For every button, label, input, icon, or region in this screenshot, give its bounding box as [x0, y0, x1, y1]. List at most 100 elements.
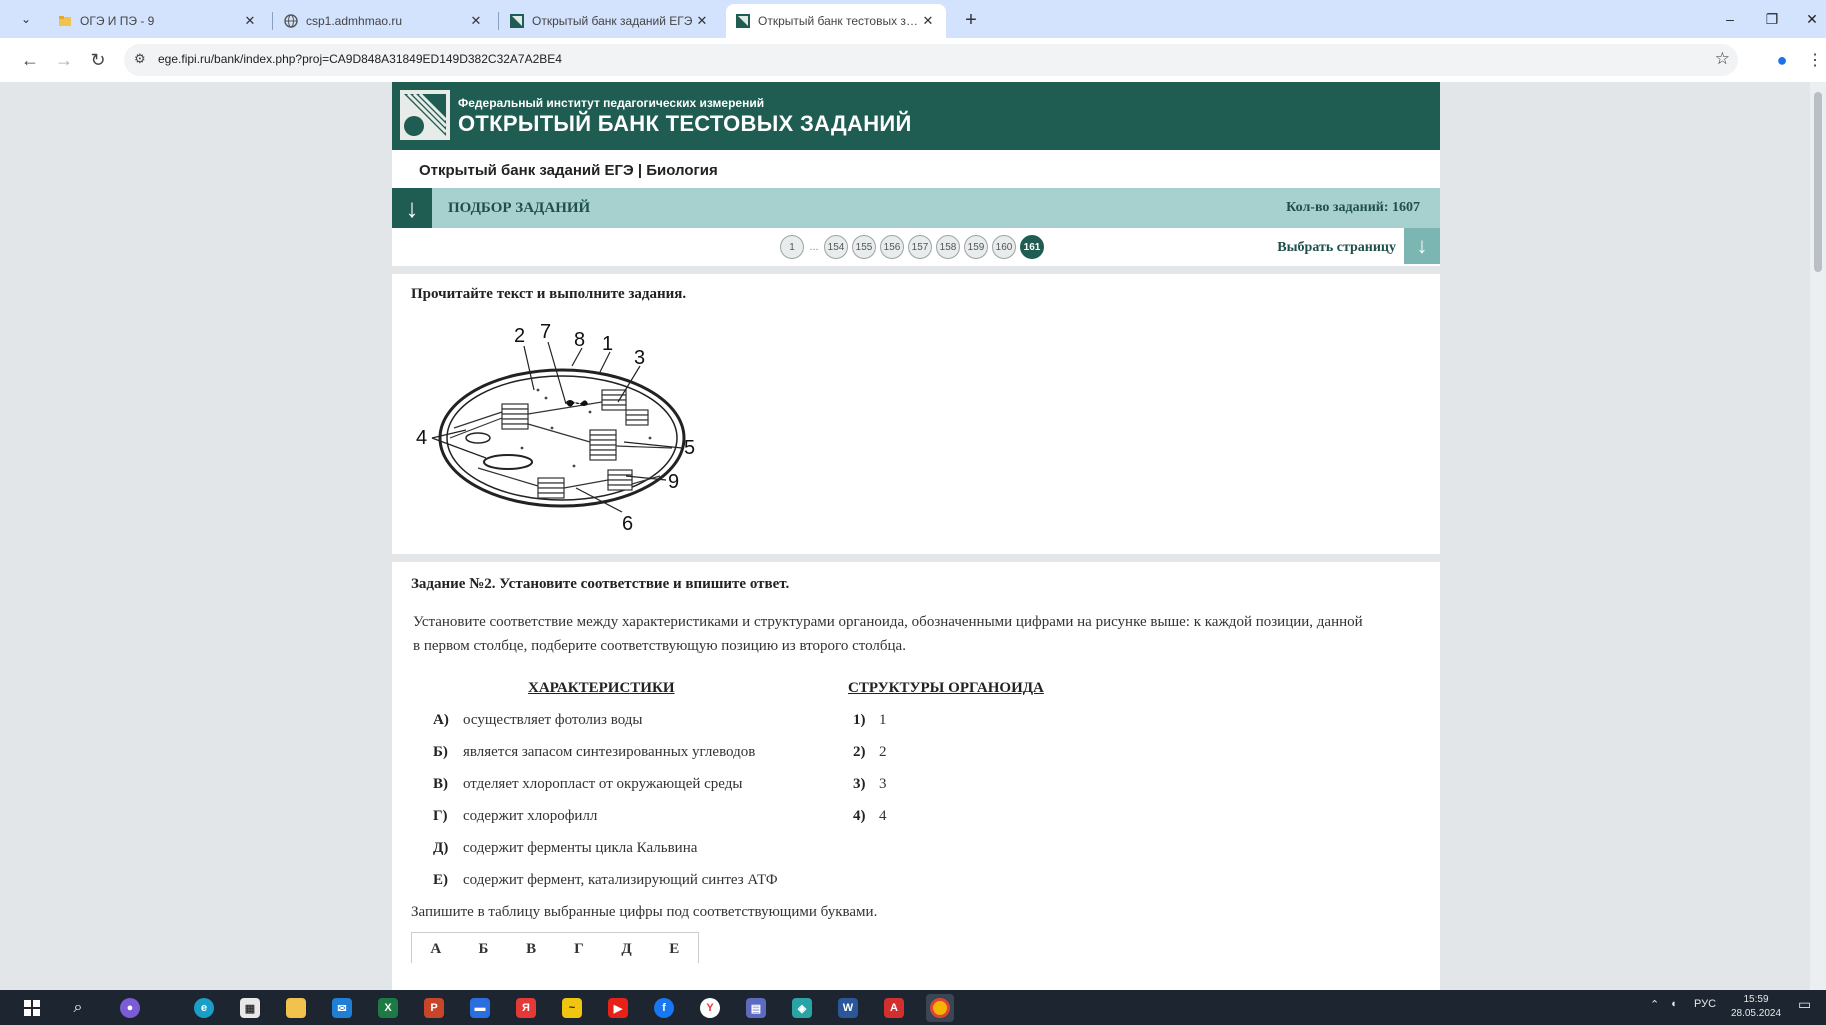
page-viewport: Федеральный институт педагогических изме…	[0, 82, 1826, 990]
edge-browser-icon[interactable]: e	[190, 994, 218, 1022]
yandex-browser-icon[interactable]: Y	[696, 994, 724, 1022]
chrome-icon[interactable]	[926, 994, 954, 1022]
org-name: Федеральный институт педагогических изме…	[458, 96, 765, 110]
system-clock[interactable]: 15:59 28.05.2024	[1730, 993, 1782, 1021]
task-selection-bar[interactable]: ↓ ПОДБОР ЗАДАНИЙ Кол-во заданий: 1607	[392, 188, 1440, 228]
diagram-label: 1	[602, 333, 613, 355]
answer-column-g[interactable]: Г	[555, 933, 603, 963]
tab-fipi-bank-active[interactable]: Открытый банк тестовых зад... ✕	[726, 4, 946, 38]
facebook-icon[interactable]: f	[650, 994, 678, 1022]
tab-close-icon[interactable]: ✕	[468, 13, 484, 29]
tab-search-chevron-icon[interactable]: ⌄	[12, 7, 40, 31]
page-button[interactable]: 158	[936, 235, 960, 259]
scrollbar-thumb[interactable]	[1814, 92, 1822, 272]
current-page-button[interactable]: 161	[1020, 235, 1044, 259]
characteristic-item: Г) содержит хлорофилл	[433, 808, 598, 824]
tab-title: csp1.admhmao.ru	[306, 14, 403, 28]
forward-arrow-icon[interactable]: →	[52, 48, 76, 72]
search-icon[interactable]: ⌕	[64, 994, 92, 1022]
tab-close-icon[interactable]: ✕	[694, 13, 710, 29]
chat-app-icon[interactable]: ▬	[466, 994, 494, 1022]
reload-icon[interactable]: ↻	[86, 48, 110, 72]
fipi-logo[interactable]	[400, 90, 450, 140]
browser-menu-icon[interactable]: ⋮	[1807, 48, 1823, 72]
diagram-label: 6	[622, 513, 633, 535]
minimize-button[interactable]: –	[1710, 6, 1750, 32]
page-scrollbar[interactable]	[1810, 82, 1826, 990]
task-selection-label[interactable]: ПОДБОР ЗАДАНИЙ	[448, 200, 590, 217]
characteristic-item: В) отделяет хлоропласт от окружающей сред…	[433, 776, 743, 792]
clock-time: 15:59	[1743, 994, 1769, 1005]
browser-tab-bar: ⌄ ОГЭ И ПЭ - 9 ✕ csp1.admhmao.ru ✕ Откры…	[0, 0, 1826, 38]
address-bar[interactable]: ⚙ ege.fipi.ru/bank/index.php?proj=CA9D84…	[124, 44, 1738, 76]
site-banner: Федеральный институт педагогических изме…	[392, 82, 1440, 150]
assistant-app-icon[interactable]: ●	[116, 994, 144, 1022]
pagination-ellipsis: ...	[809, 241, 819, 253]
answer-column-a[interactable]: А	[412, 933, 460, 963]
structure-item: 1) 1	[853, 712, 887, 728]
tab-csp[interactable]: csp1.admhmao.ru ✕	[274, 4, 494, 38]
pick-page-arrow-icon[interactable]: ↓	[1404, 228, 1440, 264]
mail-app-icon[interactable]: ✉	[328, 994, 356, 1022]
page-button[interactable]: 159	[964, 235, 988, 259]
file-explorer-icon[interactable]	[282, 994, 310, 1022]
tab-fipi-ege[interactable]: Открытый банк заданий ЕГЭ ✕	[500, 4, 720, 38]
address-url[interactable]: ege.fipi.ru/bank/index.php?proj=CA9D848A…	[158, 52, 562, 66]
tab-close-icon[interactable]: ✕	[242, 13, 258, 29]
notifications-icon[interactable]: ▭	[1798, 996, 1811, 1013]
diagram-label: 3	[634, 347, 645, 369]
restore-button[interactable]: ❐	[1752, 6, 1792, 32]
down-arrow-icon[interactable]: ↓	[392, 188, 432, 228]
excel-icon[interactable]: X	[374, 994, 402, 1022]
new-tab-button[interactable]: +	[958, 7, 984, 33]
answer-column-b[interactable]: Б	[460, 933, 508, 963]
answer-column-v[interactable]: В	[507, 933, 555, 963]
subject-breadcrumb-bar: Открытый банк заданий ЕГЭ | Биология	[392, 150, 1440, 188]
tray-overflow-chevron-icon[interactable]: ⌃	[1650, 998, 1659, 1011]
tab-divider	[498, 12, 499, 30]
bookmark-star-icon[interactable]: ☆	[1715, 49, 1730, 69]
answer-table[interactable]: А Б В Г Д Е	[411, 932, 699, 963]
task-instruction: Запишите в таблицу выбранные цифры под с…	[411, 904, 878, 920]
page-button[interactable]: 1	[780, 235, 804, 259]
diagram-label: 7	[540, 321, 551, 343]
reading-heading: Прочитайте текст и выполните задания.	[411, 286, 687, 302]
page-button[interactable]: 160	[992, 235, 1016, 259]
word-icon[interactable]: W	[834, 994, 862, 1022]
characteristic-item: А) осуществляет фотолиз воды	[433, 712, 643, 728]
clock-date: 28.05.2024	[1730, 1008, 1782, 1019]
site-settings-icon[interactable]: ⚙	[134, 51, 146, 67]
diagram-label: 9	[668, 471, 679, 493]
close-window-button[interactable]: ✕	[1792, 6, 1826, 32]
acrobat-icon[interactable]: A	[880, 994, 908, 1022]
store-app-icon[interactable]: ◈	[788, 994, 816, 1022]
page-button[interactable]: 154	[824, 235, 848, 259]
page-button[interactable]: 156	[880, 235, 904, 259]
windows-start-icon[interactable]	[18, 994, 46, 1022]
media-app-icon[interactable]: ~	[558, 994, 586, 1022]
calculator-icon[interactable]: ▤	[742, 994, 770, 1022]
task-text: Установите соответствие между характерис…	[413, 610, 1417, 658]
profile-avatar-icon[interactable]: ●	[1770, 48, 1794, 72]
tab-title: Открытый банк заданий ЕГЭ	[532, 14, 693, 28]
answer-column-e[interactable]: Е	[650, 933, 698, 963]
pick-page-link[interactable]: Выбрать страницу	[1277, 240, 1396, 256]
folder-favicon-icon	[59, 16, 71, 26]
subject-breadcrumb[interactable]: Открытый банк заданий ЕГЭ | Биология	[419, 162, 718, 179]
diagram-label: 5	[684, 437, 695, 459]
back-arrow-icon[interactable]: ←	[18, 48, 42, 72]
yandex-icon[interactable]: Я	[512, 994, 540, 1022]
volume-icon[interactable]: ◖	[1670, 998, 1677, 1010]
powerpoint-icon[interactable]: P	[420, 994, 448, 1022]
browser-toolbar: ← → ↻ ⚙ ege.fipi.ru/bank/index.php?proj=…	[0, 38, 1826, 82]
tab-close-icon[interactable]: ✕	[920, 13, 936, 29]
tab-divider	[272, 12, 273, 30]
language-indicator[interactable]: РУС	[1694, 998, 1716, 1010]
task-text-line: в первом столбце, подберите соответствую…	[413, 638, 906, 654]
tab-oge[interactable]: ОГЭ И ПЭ - 9 ✕	[48, 4, 268, 38]
page-button[interactable]: 155	[852, 235, 876, 259]
page-button[interactable]: 157	[908, 235, 932, 259]
calendar-app-icon[interactable]: ▦	[236, 994, 264, 1022]
answer-column-d[interactable]: Д	[603, 933, 651, 963]
youtube-icon[interactable]: ▶	[604, 994, 632, 1022]
